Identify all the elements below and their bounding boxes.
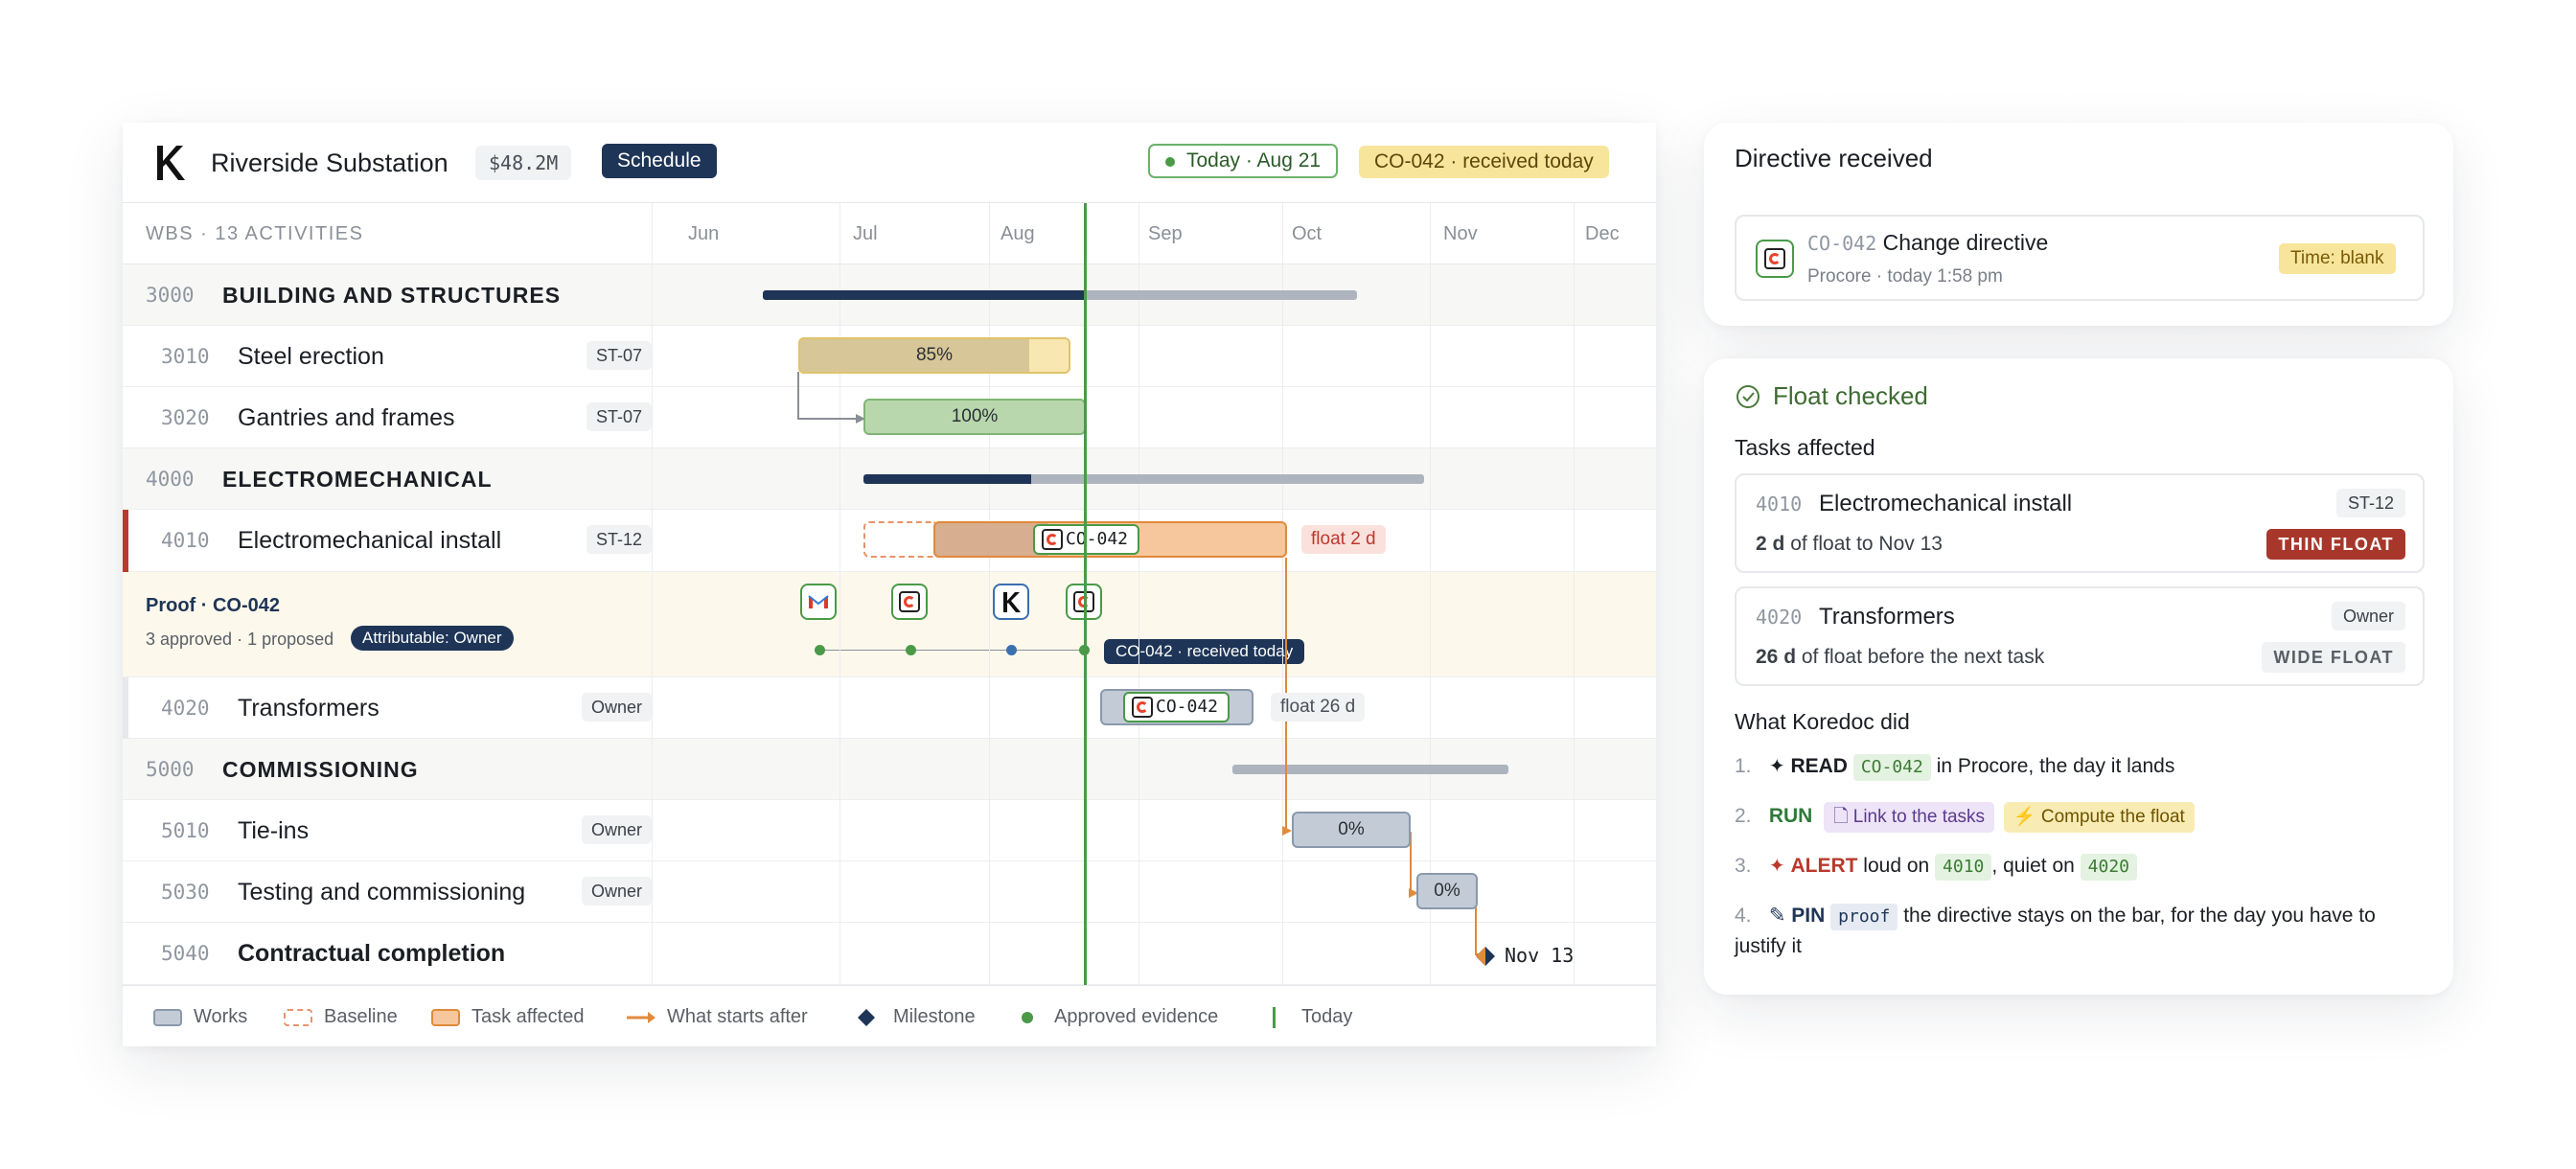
what-koredoc-did-label: What Koredoc did <box>1735 709 1910 734</box>
step-number: 1. <box>1735 755 1752 777</box>
step-read: 1. ✦ READ CO-042 in Procore, the day it … <box>1735 751 2174 782</box>
today-line-icon <box>1273 1007 1276 1028</box>
step-pin: 4. ✎ PIN proof the directive stays on th… <box>1735 901 2425 962</box>
float-text: of float before the next task <box>1801 646 2045 668</box>
step-run: 2. RUN 🗋 Link to the tasks ⚡ Compute the… <box>1735 801 2195 833</box>
step-verb: RUN <box>1768 805 1813 827</box>
time-blank-badge: Time: blank <box>2279 243 2396 274</box>
float-card-title: Float checked <box>1773 381 1928 410</box>
task-code: 4020 <box>1756 606 1803 629</box>
code-chip: CO-042 <box>1852 754 1931 781</box>
legend-label: What starts after <box>667 1006 808 1027</box>
code-chip: 4020 <box>2080 854 2138 881</box>
progress-label: 100% <box>951 406 999 426</box>
task-tag: Owner <box>2331 602 2405 630</box>
tasks-affected-label: Tasks affected <box>1735 435 1875 460</box>
pin-icon: ✎ <box>1768 905 1786 927</box>
check-circle-icon <box>1736 385 1760 408</box>
procore-source <box>1756 240 1794 278</box>
gantt-panel: Riverside Substation $48.2M Schedule Tod… <box>123 123 1656 1046</box>
step-text: in Procore, the day it lands <box>1936 755 2175 777</box>
bolt-icon: ⚡ <box>2012 807 2036 827</box>
affected-task-item[interactable]: 4010 Electromechanical install ST-12 2 d… <box>1735 473 2425 573</box>
legend-label: Task affected <box>472 1006 585 1027</box>
step-number: 2. <box>1735 805 1752 827</box>
legend-label: Milestone <box>893 1006 976 1027</box>
compute-label: Compute the float <box>2040 807 2185 827</box>
step-text: loud on <box>1863 855 1930 877</box>
today-line <box>1084 203 1087 985</box>
step-verb: READ <box>1790 755 1848 777</box>
arrow-icon <box>627 1012 656 1023</box>
task-name: Electromechanical install <box>1819 491 2073 516</box>
baseline-swatch <box>284 1009 312 1026</box>
legend-label: Works <box>194 1006 248 1027</box>
float-badge: float 26 d <box>1271 693 1366 722</box>
procore-icon <box>1764 248 1785 269</box>
progress-label: 0% <box>1434 881 1460 901</box>
affected-task-item[interactable]: 4020 Transformers Owner 26 d of float be… <box>1735 586 2425 686</box>
float-days: 26 d <box>1756 646 1797 668</box>
procore-icon <box>1042 529 1063 550</box>
sparkle-icon: ✦ <box>1768 756 1785 777</box>
float-card: Float checked Tasks affected 4010 Electr… <box>1704 358 2453 995</box>
directive-source: Procore · today 1:58 pm <box>1807 266 2003 287</box>
legend-label: Today <box>1301 1006 1353 1027</box>
document-icon: 🗋 <box>1833 807 1849 827</box>
directive-item[interactable]: CO-042 Change directive Procore · today … <box>1735 215 2425 301</box>
step-verb: ALERT <box>1790 855 1858 877</box>
milestone-icon <box>858 1009 875 1026</box>
task-tag: ST-12 <box>2335 489 2405 517</box>
step-number: 4. <box>1735 905 1752 927</box>
baseline-bar <box>863 521 935 558</box>
step-verb: PIN <box>1791 905 1826 927</box>
evidence-dot-icon <box>1022 1012 1033 1023</box>
compute-float-chip[interactable]: ⚡ Compute the float <box>2003 802 2195 833</box>
task-bar-progress <box>933 521 1048 558</box>
float-detail: 2 d of float to Nov 13 <box>1756 533 1943 556</box>
thin-float-badge: THIN FLOAT <box>2266 529 2405 560</box>
wide-float-badge: WIDE FLOAT <box>2262 642 2405 673</box>
directive-heading: CO-042 Change directive <box>1807 230 2048 256</box>
link-tasks-chip[interactable]: 🗋 Link to the tasks <box>1824 802 1995 833</box>
step-text: , quiet on <box>1991 855 2075 877</box>
float-text: of float to Nov 13 <box>1790 533 1943 555</box>
task-code: 4010 <box>1756 493 1803 516</box>
milestone-diamond[interactable] <box>1474 945 1497 968</box>
directive-name: Change directive <box>1882 230 2049 255</box>
legend-label: Approved evidence <box>1054 1006 1219 1027</box>
affected-swatch <box>431 1009 460 1026</box>
float-detail: 26 d of float before the next task <box>1756 646 2044 669</box>
directive-card: Directive received CO-042 Change directi… <box>1704 123 2453 326</box>
step-number: 3. <box>1735 855 1752 877</box>
works-swatch <box>153 1009 182 1026</box>
code-chip: proof <box>1830 904 1898 930</box>
code-chip: 4010 <box>1935 854 1992 881</box>
legend-label: Baseline <box>324 1006 398 1027</box>
float-badge: float 2 d <box>1301 525 1386 554</box>
alert-sparkle-icon: ✦ <box>1768 856 1785 877</box>
directive-code: CO-042 <box>1807 232 1877 255</box>
procore-icon <box>1132 697 1153 718</box>
step-alert: 3. ✦ ALERT loud on 4010, quiet on 4020 <box>1735 851 2138 882</box>
link-label: Link to the tasks <box>1852 807 1986 827</box>
legend: Works Baseline Task affected What starts… <box>123 985 1656 1046</box>
float-days: 2 d <box>1756 533 1785 555</box>
progress-label: 0% <box>1338 819 1365 839</box>
milestone-date: Nov 13 <box>1505 944 1575 967</box>
task-name: Transformers <box>1819 604 1955 630</box>
directive-card-title: Directive received <box>1735 144 1933 172</box>
progress-label: 85% <box>915 345 954 365</box>
